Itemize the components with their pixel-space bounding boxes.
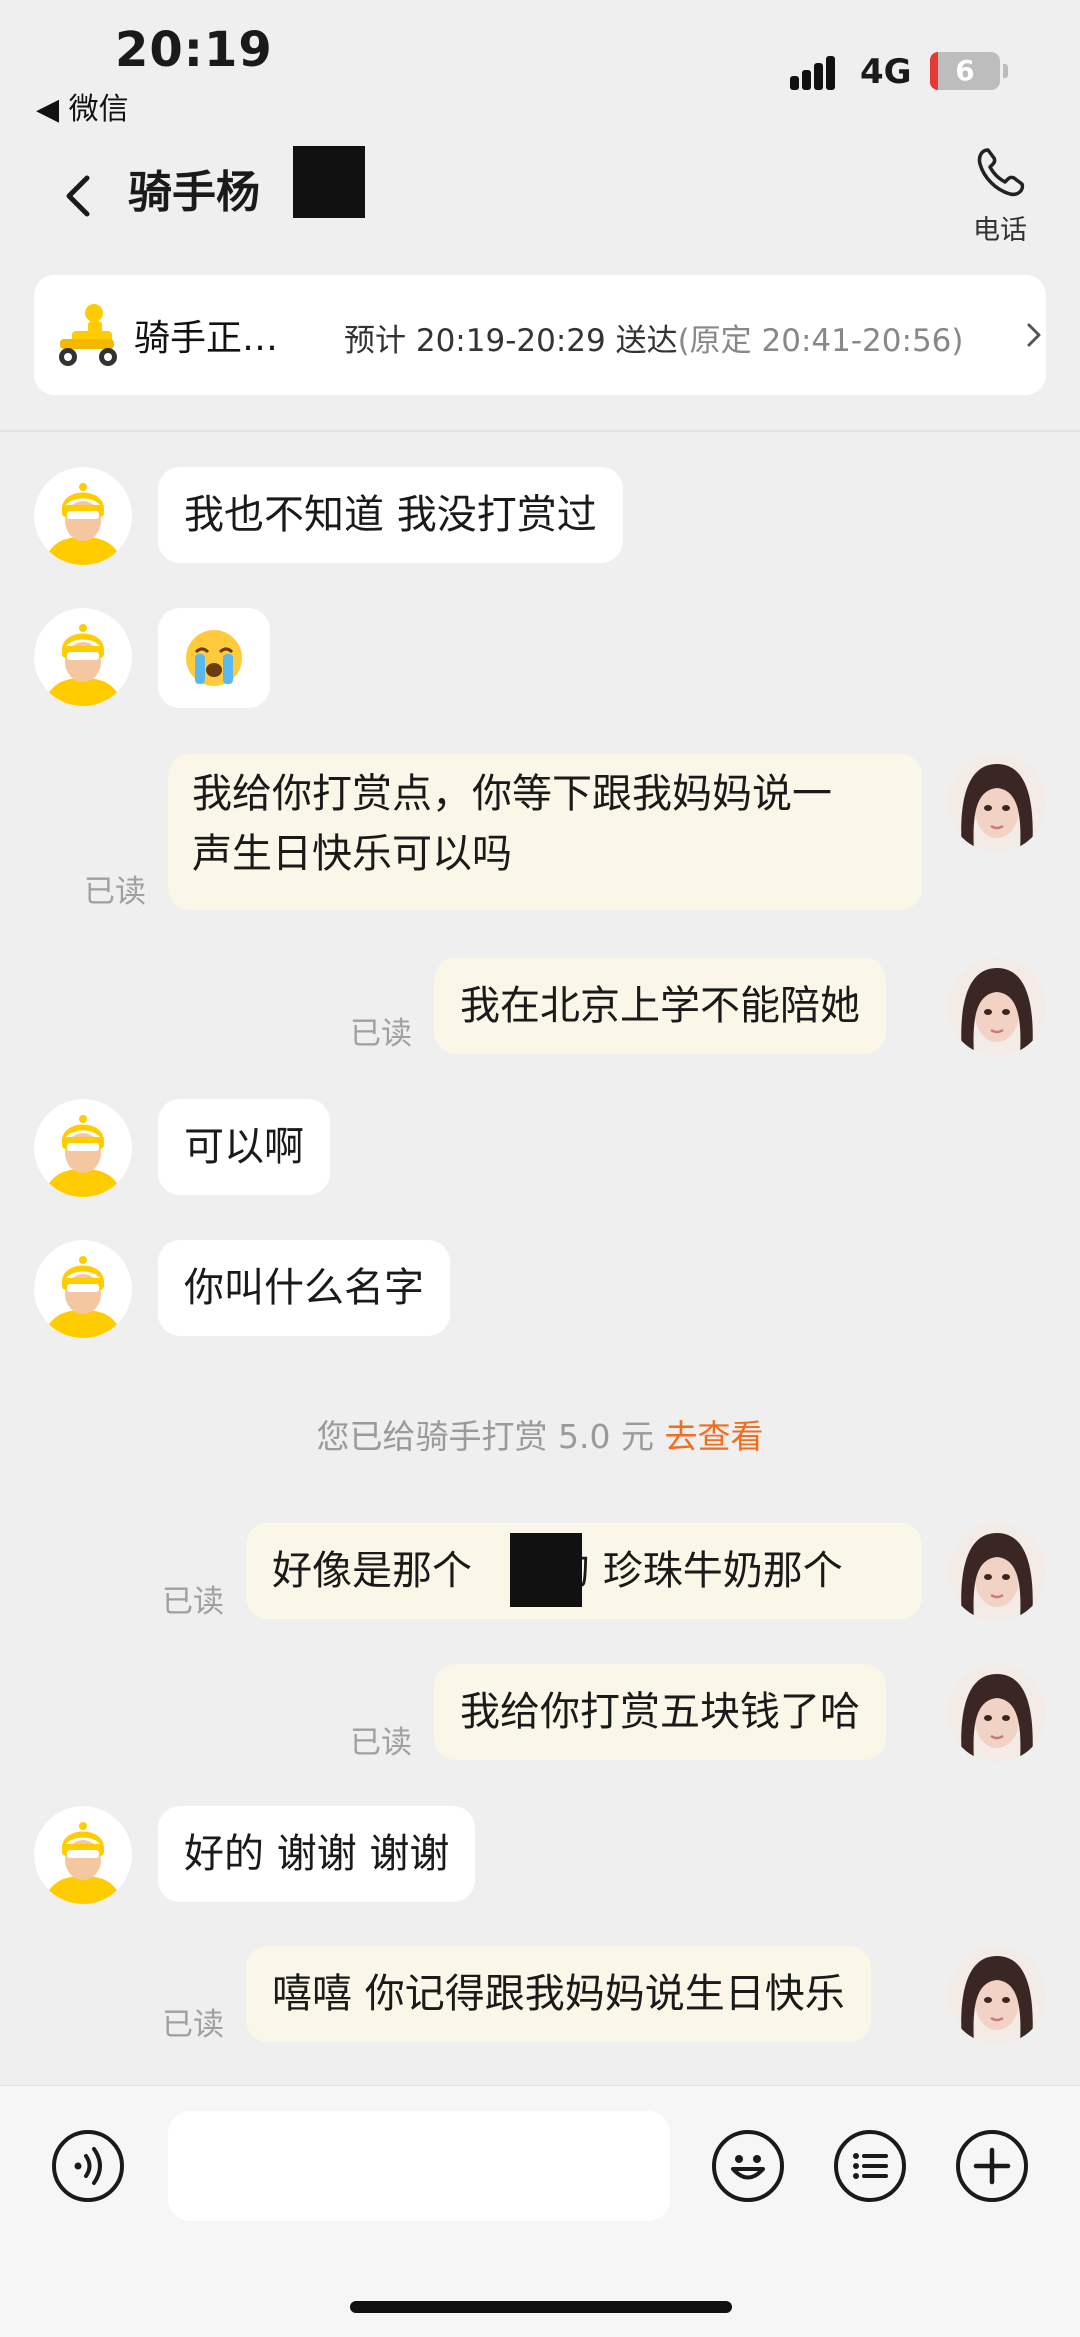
rider-avatar[interactable] xyxy=(34,608,132,706)
voice-icon xyxy=(74,2147,102,2185)
incoming-message[interactable]: 好的 谢谢 谢谢 xyxy=(158,1806,476,1902)
chat-header: 骑手杨 电话 xyxy=(0,130,1080,260)
user-avatar[interactable] xyxy=(948,1523,1046,1621)
battery-level: 6 xyxy=(955,54,975,87)
rider-avatar[interactable] xyxy=(34,1806,132,1904)
outgoing-message[interactable]: 嘻嘻 你记得跟我妈妈说生日快乐 xyxy=(246,1946,871,2042)
crying-emoji-icon xyxy=(186,630,242,686)
chat-title: 骑手杨 xyxy=(128,167,260,218)
view-tip-link[interactable]: 去查看 xyxy=(664,1417,763,1456)
incoming-message[interactable]: 我也不知道 我没打赏过 xyxy=(158,467,623,563)
rider-avatar[interactable] xyxy=(34,1240,132,1338)
back-chevron-icon[interactable] xyxy=(55,160,100,230)
call-button[interactable]: 电话 xyxy=(960,140,1040,250)
more-button[interactable] xyxy=(956,2130,1028,2202)
network-type: 4G xyxy=(860,52,912,92)
call-label: 电话 xyxy=(973,215,1027,246)
voice-button[interactable] xyxy=(52,2130,124,2202)
list-icon xyxy=(853,2153,888,2179)
read-receipt: 已读 xyxy=(350,1016,412,1052)
incoming-message[interactable]: 你叫什么名字 xyxy=(158,1240,450,1336)
rider-avatar[interactable] xyxy=(34,1099,132,1197)
tip-notice-text: 您已给骑手打赏 5.0 元 xyxy=(316,1417,654,1456)
status-time: 20:19 xyxy=(115,22,273,78)
redaction-block xyxy=(510,1533,582,1607)
delivery-eta: 预计 20:19-20:29 送达(原定 20:41-20:56) xyxy=(344,315,963,360)
message-text: 的 珍珠牛奶那个 xyxy=(550,1548,843,1594)
delivery-status-card[interactable]: 骑手正… 预计 20:19-20:29 送达(原定 20:41-20:56) xyxy=(34,275,1046,395)
chevron-right-icon xyxy=(1027,323,1041,347)
outgoing-message[interactable]: 好像是那个 的 珍珠牛奶那个 xyxy=(246,1523,922,1619)
user-avatar[interactable] xyxy=(948,1664,1046,1762)
signal-icon xyxy=(790,54,845,90)
read-receipt: 已读 xyxy=(162,2007,224,2043)
user-avatar[interactable] xyxy=(948,1946,1046,2044)
outgoing-message[interactable]: 我给你打赏点，你等下跟我妈妈说一 声生日快乐可以吗 xyxy=(168,754,922,910)
read-receipt: 已读 xyxy=(162,1584,224,1620)
emoji-button[interactable] xyxy=(712,2130,784,2202)
redaction-block xyxy=(293,146,365,218)
incoming-emoji-message[interactable] xyxy=(158,608,270,708)
status-bar: 20:19 ◀ 微信 4G 6 xyxy=(0,0,1080,128)
message-line: 我给你打赏点，你等下跟我妈妈说一 xyxy=(192,771,832,817)
tip-notice: 您已给骑手打赏 5.0 元 去查看 xyxy=(0,1410,1080,1458)
battery-tip xyxy=(1003,64,1008,78)
phone-icon xyxy=(977,148,1025,197)
delivery-status-text: 骑手正… xyxy=(134,318,279,359)
outgoing-message[interactable]: 我给你打赏五块钱了哈 xyxy=(434,1664,886,1760)
emoji-icon xyxy=(731,2155,765,2180)
read-receipt: 已读 xyxy=(350,1725,412,1761)
quick-reply-button[interactable] xyxy=(834,2130,906,2202)
eta-label: 预计 20:19-20:29 送达 xyxy=(344,323,678,359)
back-to-app-link[interactable]: ◀ 微信 xyxy=(36,84,129,128)
battery-icon: 6 xyxy=(930,52,1000,90)
rider-avatar[interactable] xyxy=(34,467,132,565)
message-line: 声生日快乐可以吗 xyxy=(192,831,512,877)
plus-icon xyxy=(973,2147,1011,2185)
divider xyxy=(0,430,1080,432)
incoming-message[interactable]: 可以啊 xyxy=(158,1099,330,1195)
message-text: 好像是那个 xyxy=(272,1548,472,1594)
outgoing-message[interactable]: 我在北京上学不能陪她 xyxy=(434,958,886,1054)
home-indicator xyxy=(350,2301,732,2313)
rider-scooter-icon xyxy=(59,304,117,366)
message-input[interactable] xyxy=(168,2111,670,2221)
user-avatar[interactable] xyxy=(948,754,1046,852)
read-receipt: 已读 xyxy=(84,874,146,910)
user-avatar[interactable] xyxy=(948,958,1046,1056)
input-bar xyxy=(0,2085,1080,2337)
original-eta: (原定 20:41-20:56) xyxy=(677,323,964,359)
